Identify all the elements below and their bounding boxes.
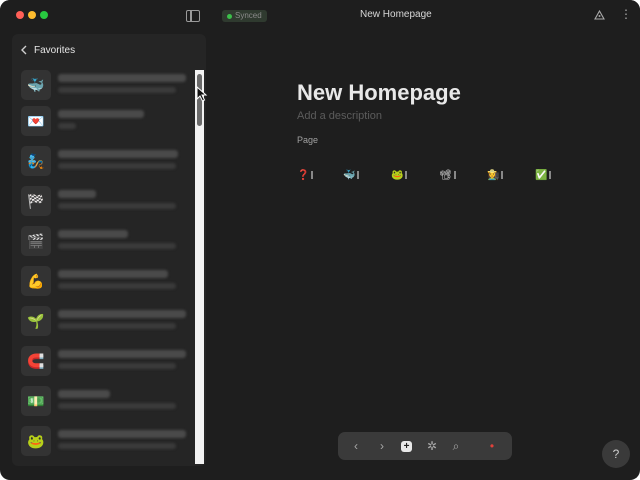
page-link[interactable]: 🐸 <box>391 168 408 182</box>
search-icon[interactable]: ⌕ <box>448 438 464 454</box>
blurred-item-title <box>58 110 144 118</box>
blurred-item-title <box>58 230 128 238</box>
blurred-item-title <box>58 74 186 82</box>
page-link[interactable]: ✅ <box>535 168 552 182</box>
money-icon: 💵 <box>21 386 51 416</box>
whale-icon: 🐳 <box>21 70 51 100</box>
sync-status-badge: Synced <box>222 10 267 22</box>
page-link[interactable]: 👩‍🌾 <box>487 168 504 182</box>
love-letter-icon: 💌 <box>21 106 51 136</box>
help-button[interactable]: ? <box>602 440 630 468</box>
question-mark-icon: ❓ <box>297 169 310 181</box>
mouse-cursor-icon <box>196 86 208 102</box>
zoom-window-button[interactable] <box>40 11 48 19</box>
graph-view-icon[interactable]: ✲ <box>424 438 440 454</box>
page-link[interactable]: 🐳 <box>343 168 360 182</box>
blurred-item-title <box>58 350 186 358</box>
section-label: Page <box>297 135 319 145</box>
titlebar: Synced New Homepage ⋮ <box>0 0 640 32</box>
blurred-item-subtitle <box>58 283 176 289</box>
page-link[interactable]: 📽 <box>439 168 456 182</box>
list-item[interactable]: 🐳 <box>20 70 190 102</box>
list-item[interactable]: 💵 <box>20 386 190 418</box>
blurred-item-subtitle <box>58 87 176 93</box>
app-window: Synced New Homepage ⋮ Favorites 🐳 💌 🧞 🏁 … <box>0 0 640 480</box>
frog-icon: 🐸 <box>391 169 404 181</box>
blurred-item-title <box>58 270 168 278</box>
favorites-scrollbar[interactable] <box>195 70 204 464</box>
favorites-panel: Favorites 🐳 💌 🧞 🏁 🎬 💪 🌱 🧲 💵 🐸 <box>12 34 206 466</box>
sync-status-label: Synced <box>235 11 262 20</box>
link-text-stub <box>549 171 552 179</box>
blurred-item-title <box>58 310 186 318</box>
flexed-biceps-icon: 💪 <box>21 266 51 296</box>
description-field[interactable]: Add a description <box>297 110 382 122</box>
ai-assistant-icon[interactable]: • <box>484 438 500 454</box>
blurred-item-subtitle <box>58 243 176 249</box>
link-text-stub <box>357 171 360 179</box>
share-icon[interactable] <box>594 9 605 20</box>
list-item[interactable]: 🌱 <box>20 306 190 338</box>
blurred-item-title <box>58 390 110 398</box>
genie-icon: 🧞 <box>21 146 51 176</box>
link-text-stub <box>501 171 504 179</box>
link-text-stub <box>453 171 456 179</box>
farmer-icon: 👩‍🌾 <box>487 169 500 181</box>
list-item[interactable]: 🧞 <box>20 146 190 178</box>
list-item[interactable]: 🎬 <box>20 226 190 258</box>
list-item[interactable]: 🏁 <box>20 186 190 218</box>
list-item[interactable]: 🐸 <box>20 426 190 458</box>
projector-icon: 📽 <box>439 169 452 181</box>
whale-icon: 🐳 <box>343 169 356 181</box>
blurred-item-subtitle <box>58 163 176 169</box>
back-chevron-icon[interactable] <box>20 44 28 58</box>
window-page-title: New Homepage <box>360 9 432 20</box>
link-text-stub <box>311 171 314 179</box>
check-mark-icon: ✅ <box>535 169 548 181</box>
clapperboard-icon: 🎬 <box>21 226 51 256</box>
navigate-forward-icon[interactable]: › <box>374 438 390 454</box>
link-text-stub <box>405 171 408 179</box>
sidebar-toggle-icon[interactable] <box>186 10 200 22</box>
blurred-item-subtitle <box>58 363 176 369</box>
favorites-title: Favorites <box>34 45 76 56</box>
seedling-icon: 🌱 <box>21 306 51 336</box>
favorites-header: Favorites <box>12 34 206 68</box>
favorites-list: 🐳 💌 🧞 🏁 🎬 💪 🌱 🧲 💵 🐸 <box>12 70 194 466</box>
new-page-icon[interactable]: + <box>401 440 412 452</box>
sync-dot-icon <box>227 13 232 19</box>
bottom-toolbar: ‹ › + ✲ ⌕ • <box>338 432 512 460</box>
blurred-item-subtitle <box>58 403 176 409</box>
list-item[interactable]: 🧲 <box>20 346 190 378</box>
more-options-icon[interactable]: ⋮ <box>620 8 632 20</box>
document-area: New Homepage Add a description Page ❓ 🐳 … <box>214 32 640 480</box>
navigate-back-icon[interactable]: ‹ <box>348 438 364 454</box>
blurred-item-title <box>58 150 178 158</box>
list-item[interactable]: 💌 <box>20 106 190 138</box>
magnet-icon: 🧲 <box>21 346 51 376</box>
close-window-button[interactable] <box>16 11 24 19</box>
blurred-item-title <box>58 190 96 198</box>
page-title[interactable]: New Homepage <box>297 80 461 106</box>
list-item[interactable]: 💪 <box>20 266 190 298</box>
blurred-item-subtitle <box>58 443 176 449</box>
blurred-item-subtitle <box>58 123 76 129</box>
blurred-item-subtitle <box>58 323 176 329</box>
frog-icon: 🐸 <box>21 426 51 456</box>
checkered-flag-icon: 🏁 <box>21 186 51 216</box>
favorites-row: ❓ 🐳 🐸 📽 👩‍🌾 ✅ <box>297 168 597 182</box>
blurred-item-subtitle <box>58 203 176 209</box>
page-link[interactable]: ❓ <box>297 168 314 182</box>
minimize-window-button[interactable] <box>28 11 36 19</box>
blurred-item-title <box>58 430 186 438</box>
